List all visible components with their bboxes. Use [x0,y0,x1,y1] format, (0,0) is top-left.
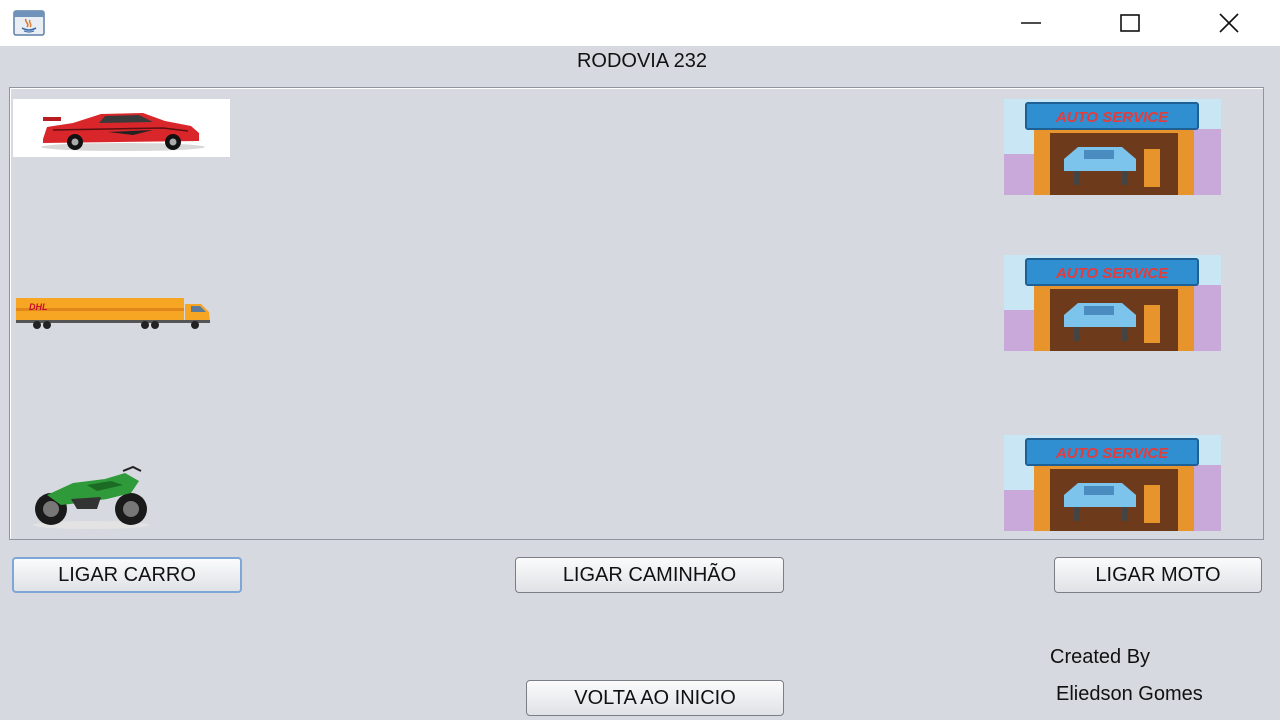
auto-service-garage-image: AUTO SERVICE [1004,99,1221,195]
ligar-carro-button[interactable]: LIGAR CARRO [12,557,242,593]
svg-text:AUTO SERVICE: AUTO SERVICE [1055,109,1169,126]
auto-service-garage-image: AUTO SERVICE [1004,255,1221,351]
dhl-truck-image: DHL [16,298,210,329]
java-icon[interactable] [13,10,45,36]
minimize-icon [1021,22,1041,24]
page-title: RODOVIA 232 [576,50,708,72]
svg-text:AUTO SERVICE: AUTO SERVICE [1055,265,1169,282]
auto-service-garage-image: AUTO SERVICE [1004,435,1221,531]
maximize-icon [1120,14,1140,32]
title-bar [0,0,1280,46]
ligar-moto-button[interactable]: LIGAR MOTO [1054,557,1262,593]
svg-text:AUTO SERVICE: AUTO SERVICE [1055,445,1169,462]
minimize-button[interactable] [998,0,1064,46]
svg-text:DHL: DHL [29,302,48,312]
credits-label: Created By [1050,646,1151,668]
green-motorcycle-image [33,465,149,529]
volta-ao-inicio-button[interactable]: VOLTA AO INICIO [526,680,784,716]
red-sports-car-image [13,99,230,157]
ligar-caminhao-button[interactable]: LIGAR CAMINHÃO [515,557,784,593]
maximize-button[interactable] [1097,0,1163,46]
credits-author: Eliedson Gomes [1056,683,1203,705]
close-button[interactable] [1196,0,1262,46]
close-icon [1219,13,1239,33]
